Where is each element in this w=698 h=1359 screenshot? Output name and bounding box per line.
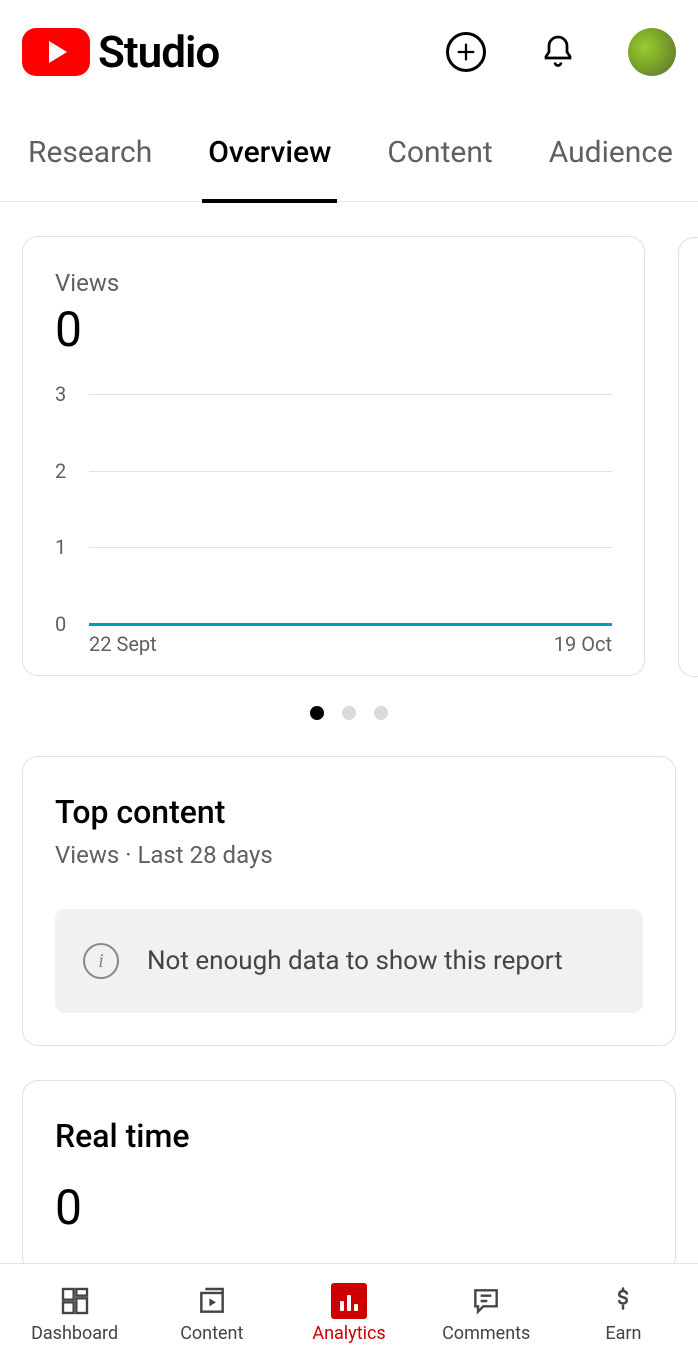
comments-icon: [468, 1283, 504, 1319]
nav-content[interactable]: Content: [143, 1283, 280, 1344]
analytics-icon: [331, 1283, 367, 1319]
y-tick: 1: [55, 535, 66, 559]
bottom-nav: Dashboard Content Analytics Comments Ear…: [0, 1263, 698, 1359]
dashboard-icon: [57, 1283, 93, 1319]
nav-label: Earn: [605, 1323, 641, 1344]
nav-label: Comments: [442, 1323, 530, 1344]
views-label: Views: [55, 269, 612, 297]
views-value: 0: [55, 301, 612, 358]
nav-label: Analytics: [312, 1323, 385, 1344]
realtime-title: Real time: [55, 1117, 643, 1155]
logo-area[interactable]: Studio: [22, 26, 219, 78]
info-message: Not enough data to show this report: [147, 946, 563, 976]
app-header: Studio: [0, 0, 698, 104]
realtime-value: 0: [55, 1179, 643, 1236]
nav-analytics[interactable]: Analytics: [280, 1283, 417, 1344]
top-content-title: Top content: [55, 793, 643, 831]
nav-label: Content: [180, 1323, 243, 1344]
carousel-dot[interactable]: [342, 706, 356, 720]
x-tick-end: 19 Oct: [554, 632, 612, 656]
bell-icon: [540, 34, 576, 70]
plus-icon: [446, 32, 486, 72]
views-card[interactable]: Views 0 3 2 1 0 22 Sept 19 Oct: [22, 236, 645, 676]
x-axis-labels: 22 Sept 19 Oct: [89, 632, 612, 656]
top-content-card[interactable]: Top content Views · Last 28 days i Not e…: [22, 756, 676, 1046]
nav-dashboard[interactable]: Dashboard: [6, 1283, 143, 1344]
tab-audience[interactable]: Audience: [549, 103, 673, 202]
content-icon: [194, 1283, 230, 1319]
tab-research[interactable]: Research: [28, 103, 152, 202]
views-chart: 3 2 1 0: [79, 394, 612, 624]
app-name: Studio: [98, 26, 219, 78]
nav-comments[interactable]: Comments: [418, 1283, 555, 1344]
tab-content[interactable]: Content: [387, 103, 492, 202]
notifications-button[interactable]: [536, 30, 580, 74]
info-banner: i Not enough data to show this report: [55, 909, 643, 1013]
nav-label: Dashboard: [31, 1323, 118, 1344]
nav-earn[interactable]: Earn: [555, 1283, 692, 1344]
analytics-tabs: Research Overview Content Audience: [0, 104, 698, 202]
realtime-card[interactable]: Real time 0: [22, 1080, 676, 1273]
y-tick: 0: [55, 612, 66, 636]
youtube-logo-icon: [22, 28, 90, 76]
header-actions: [444, 28, 676, 76]
next-card-peek[interactable]: [678, 237, 698, 677]
info-icon: i: [83, 943, 119, 979]
top-content-subtitle: Views · Last 28 days: [55, 841, 643, 869]
chart-data-line: [89, 623, 612, 626]
profile-avatar[interactable]: [628, 28, 676, 76]
carousel-dot[interactable]: [310, 706, 324, 720]
earn-icon: [605, 1283, 641, 1319]
carousel-dots: [22, 706, 676, 720]
x-tick-start: 22 Sept: [89, 632, 157, 656]
carousel-dot[interactable]: [374, 706, 388, 720]
y-tick: 3: [55, 382, 66, 406]
content-area: Views 0 3 2 1 0 22 Sept 19 Oct Top conte…: [0, 202, 698, 1273]
y-tick: 2: [55, 459, 66, 483]
create-button[interactable]: [444, 30, 488, 74]
tab-overview[interactable]: Overview: [208, 103, 331, 202]
